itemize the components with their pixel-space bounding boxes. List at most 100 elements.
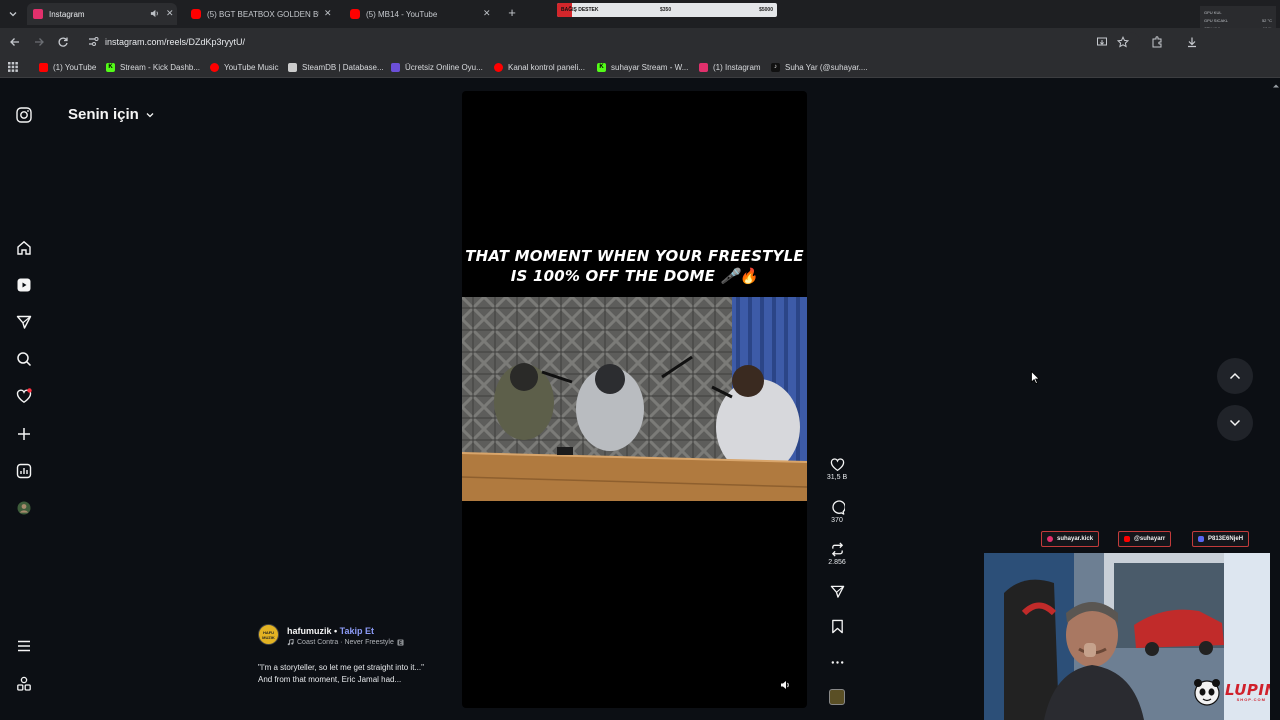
feed-selector[interactable]: Senin için [68, 106, 155, 123]
search-icon[interactable] [15, 350, 33, 368]
tab-title: Instagram [49, 9, 85, 19]
bookmark-channel-dashboard[interactable]: Kanal kontrol paneli... [494, 61, 585, 73]
tab-instagram[interactable]: Instagram ✕ [27, 3, 177, 25]
share-action[interactable] [822, 583, 852, 599]
stream-youtube-handle: @suhayarr [1118, 531, 1172, 547]
more-dots-icon[interactable] [829, 654, 845, 670]
heart-icon[interactable] [829, 456, 845, 472]
reels-icon[interactable] [15, 276, 33, 294]
reload-icon[interactable] [56, 35, 70, 49]
messages-icon[interactable] [15, 313, 33, 331]
instagram-icon [699, 62, 708, 72]
reel-overlay-text: THAT MOMENT WHEN YOUR FREESTYLE IS 100% … [462, 246, 807, 286]
audio-thumbnail[interactable] [829, 689, 845, 705]
bookmark-youtube[interactable]: (1) YouTube [39, 61, 96, 73]
panda-mascot-icon [1193, 677, 1221, 707]
comment-icon[interactable] [829, 499, 845, 515]
bookmark-star-icon[interactable] [1116, 35, 1130, 49]
tiktok-icon: ♪ [771, 62, 780, 72]
audio-track[interactable]: Coast Contra · Never Freestyle [287, 639, 404, 646]
also-from-meta-icon[interactable] [15, 675, 33, 693]
comment-action[interactable]: 370 [822, 499, 852, 524]
repost-icon[interactable] [829, 541, 845, 557]
instagram-logo-icon[interactable] [15, 106, 33, 124]
dashboard-icon[interactable] [15, 462, 33, 480]
donation-current: $350 [660, 7, 672, 13]
share-icon[interactable] [829, 583, 845, 599]
kick-icon: K [597, 62, 606, 72]
youtube-favicon-icon [191, 9, 201, 19]
next-reel-button[interactable] [1217, 405, 1253, 441]
repost-count: 2.856 [828, 559, 846, 566]
close-tab-icon[interactable]: ✕ [483, 8, 491, 19]
extensions-icon[interactable] [1150, 35, 1164, 49]
bookmark-instagram[interactable]: (1) Instagram [699, 61, 761, 73]
reel-video-player[interactable]: THAT MOMENT WHEN YOUR FREESTYLE IS 100% … [462, 91, 807, 708]
creator-line: hafumuzik • Takip Et [287, 626, 374, 636]
audio-label: Coast Contra · Never Freestyle [297, 639, 394, 646]
music-note-icon [287, 639, 294, 646]
overlay-text-line: THAT MOMENT WHEN YOUR FREESTYLE [465, 247, 804, 265]
home-icon[interactable] [15, 239, 33, 257]
youtube-social-icon [1124, 536, 1130, 542]
speaker-icon[interactable] [150, 9, 159, 20]
browser-tab-strip: Instagram ✕ (5) BGT BEATBOX GOLDEN BUZ ✕… [0, 0, 1280, 46]
chevron-down-icon [1229, 419, 1241, 427]
overlay-text-line: IS 100% OFF THE DOME 🎤🔥 [510, 267, 759, 285]
tab-title: (5) MB14 - YouTube [366, 9, 438, 19]
bookmark-icon[interactable] [829, 618, 845, 634]
comment-count: 370 [831, 517, 843, 524]
chevron-up-icon [1229, 372, 1241, 380]
apps-grid-icon[interactable] [8, 61, 18, 73]
bookmark-youtube-music[interactable]: YouTube Music [210, 61, 279, 73]
caption-line: "I'm a storyteller, so let me get straig… [258, 663, 424, 672]
donation-goal-bar: BAĞIŞ DESTEK $350 $5000 [557, 3, 777, 17]
create-icon[interactable] [15, 425, 33, 443]
sponsor-logo: LUPIN SHOP.COM [1193, 675, 1278, 709]
bookmark-kick-stream[interactable]: Ksuhayar Stream - W... [597, 61, 688, 73]
donation-label: BAĞIŞ DESTEK [561, 7, 599, 13]
follow-button[interactable]: Takip Et [340, 626, 374, 636]
bookmark-steamdb[interactable]: SteamDB | Database... [288, 61, 384, 73]
creator-username[interactable]: hafumuzik [287, 626, 332, 636]
profile-avatar[interactable] [15, 499, 33, 517]
previous-reel-button[interactable] [1217, 358, 1253, 394]
tab-mb14-youtube[interactable]: (5) MB14 - YouTube ✕ [344, 3, 494, 25]
forward-arrow-icon[interactable] [32, 35, 46, 49]
downloads-icon[interactable] [1185, 35, 1199, 49]
close-tab-icon[interactable]: ✕ [166, 8, 174, 19]
instagram-favicon-icon [33, 9, 43, 19]
like-count: 31,5 B [826, 474, 848, 481]
bookmark-kick-dashboard[interactable]: K Stream - Kick Dashb... [106, 61, 200, 73]
chevron-down-icon [145, 110, 155, 120]
creator-avatar[interactable]: HAFU MUZIK [258, 624, 279, 645]
tab-search-chevron-icon[interactable] [4, 5, 22, 23]
back-arrow-icon[interactable] [8, 35, 22, 49]
bookmark-online-games[interactable]: Ücretsiz Online Oyu... [391, 61, 483, 73]
tab-title: (5) BGT BEATBOX GOLDEN BUZ [207, 9, 319, 19]
address-bar[interactable]: instagram.com/reels/DZdKp3ryytU/ [80, 32, 1140, 52]
reel-caption[interactable]: "I'm a storyteller, so let me get straig… [258, 662, 448, 686]
install-app-icon[interactable] [1095, 35, 1109, 49]
more-menu-icon[interactable] [15, 637, 33, 655]
youtube-icon [39, 62, 48, 72]
like-action[interactable]: 31,5 B [822, 456, 852, 481]
repost-action[interactable]: 2.856 [822, 541, 852, 566]
mute-toggle-button[interactable] [777, 677, 793, 693]
reel-video-frame [462, 297, 807, 501]
youtube-studio-icon [494, 62, 503, 72]
bookmark-tiktok[interactable]: ♪ Suha Yar (@suhayar.... [771, 61, 868, 73]
site-info-icon[interactable] [88, 36, 99, 47]
game-site-icon [391, 62, 400, 72]
save-action[interactable] [822, 618, 852, 634]
new-tab-button[interactable]: + [505, 5, 519, 21]
stream-discord-handle: P813E6NjeH [1192, 531, 1250, 547]
page-scrollbar[interactable] [1270, 79, 1280, 720]
caption-line: And from that moment, Eric Jamal had... [258, 675, 402, 684]
close-tab-icon[interactable]: ✕ [324, 8, 332, 19]
more-options-action[interactable] [822, 654, 852, 670]
hw-row: GPU KUL [1204, 10, 1222, 15]
instagram-social-icon [1047, 536, 1053, 542]
tab-bgt-beatbox[interactable]: (5) BGT BEATBOX GOLDEN BUZ ✕ [185, 3, 335, 25]
notifications-icon[interactable] [15, 387, 33, 405]
